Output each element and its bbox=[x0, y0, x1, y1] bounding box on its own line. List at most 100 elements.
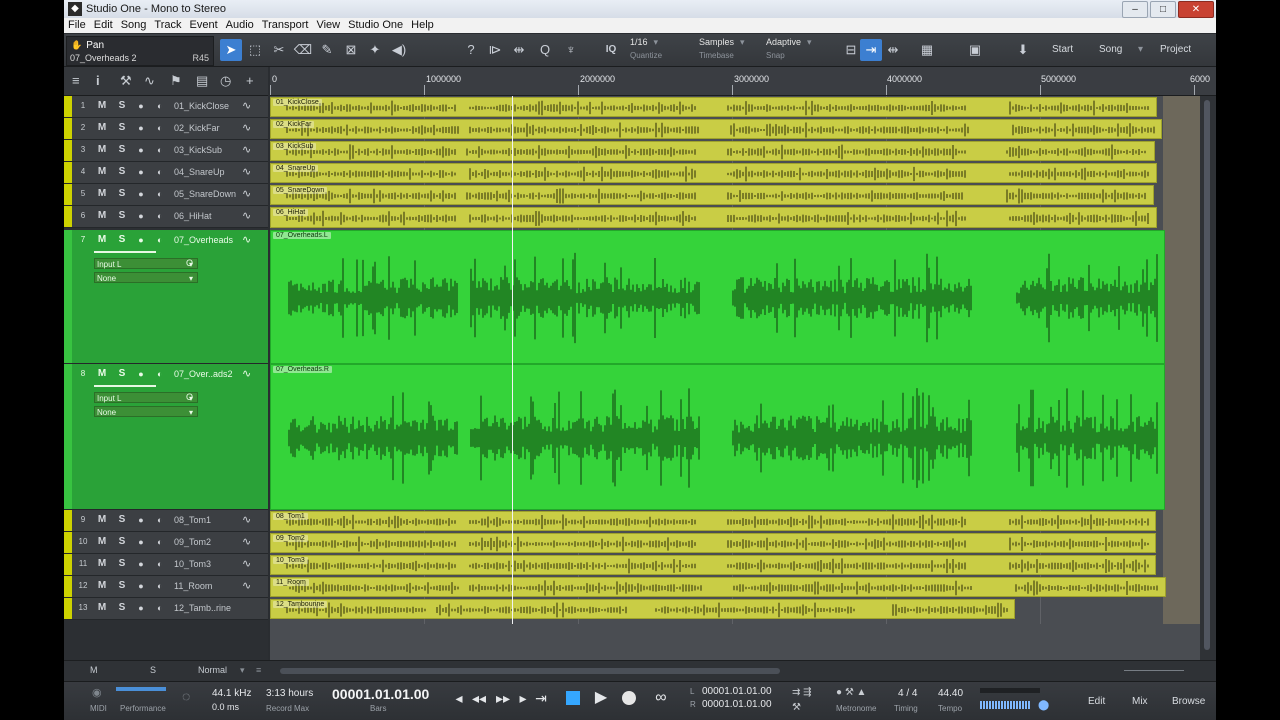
eraser-tool-icon[interactable]: ⌫ bbox=[292, 39, 314, 61]
wrench-icon[interactable]: ⚒ bbox=[120, 73, 132, 89]
scrollbar-thumb[interactable] bbox=[1204, 100, 1210, 650]
marker-icon[interactable]: ⚑ bbox=[170, 73, 182, 89]
solo-button[interactable]: S bbox=[115, 99, 129, 113]
track-header[interactable]: 6 M S ● ◐ 06_HiHat ∿ bbox=[64, 206, 268, 228]
mode-select[interactable]: Normal bbox=[198, 665, 227, 675]
monitor-icon[interactable]: ◐ bbox=[153, 99, 167, 113]
quantize-icon[interactable]: Q bbox=[534, 39, 556, 61]
inspector-icon[interactable]: i bbox=[96, 73, 100, 88]
timeline-ruler[interactable]: 0 1000000 2000000 3000000 4000000 500000… bbox=[270, 67, 1216, 96]
maximize-button[interactable]: □ bbox=[1150, 1, 1176, 18]
range-tool-icon[interactable]: ⬚ bbox=[244, 39, 266, 61]
sync-icon[interactable]: ◌ bbox=[182, 688, 190, 704]
solo-button[interactable]: S bbox=[115, 209, 129, 223]
monitor-icon[interactable]: ◐ bbox=[153, 579, 167, 593]
record-arm-icon[interactable]: ● bbox=[134, 209, 148, 223]
solo-button[interactable]: S bbox=[115, 579, 129, 593]
track-color[interactable] bbox=[64, 598, 72, 619]
solo-button[interactable]: S bbox=[115, 233, 129, 247]
solo-button[interactable]: S bbox=[115, 367, 129, 381]
audio-event[interactable]: 12_Tambourine bbox=[270, 599, 1015, 619]
tempo-value[interactable]: 44.40 bbox=[938, 688, 963, 699]
loop-right-value[interactable]: 00001.01.01.00 bbox=[702, 699, 772, 710]
monitor-icon[interactable]: ◐ bbox=[153, 209, 167, 223]
record-button[interactable] bbox=[622, 691, 636, 705]
track-header[interactable]: 13 M S ● ◐ 12_Tamb..rine bbox=[64, 598, 268, 620]
info-value[interactable]: R45 bbox=[192, 53, 209, 63]
bend-tool-icon[interactable]: ✦ bbox=[364, 39, 386, 61]
monitor-icon[interactable]: ◐ bbox=[153, 165, 167, 179]
input-select[interactable]: Input L ▾ bbox=[94, 258, 198, 269]
volume-knob-icon[interactable]: ⬤ bbox=[1038, 700, 1049, 711]
iq-button[interactable]: IQ bbox=[600, 39, 622, 61]
download-icon[interactable]: ⬇ bbox=[1012, 39, 1034, 61]
volume-fader[interactable] bbox=[94, 251, 156, 253]
horizontal-scrollbar[interactable] bbox=[280, 668, 780, 674]
mute-button[interactable]: M bbox=[95, 209, 109, 223]
track-name[interactable]: 05_SnareDown bbox=[174, 189, 236, 199]
layout-icon[interactable]: ▦ bbox=[916, 39, 938, 61]
record-arm-icon[interactable]: ● bbox=[134, 579, 148, 593]
monitor-icon[interactable]: ◐ bbox=[153, 513, 167, 527]
solo-button[interactable]: S bbox=[115, 513, 129, 527]
audio-event-selected[interactable]: 07_Overheads.L bbox=[270, 230, 1165, 364]
solo-button[interactable]: S bbox=[115, 601, 129, 615]
menu-event[interactable]: Event bbox=[186, 18, 222, 33]
rewind-icon[interactable]: ◂◂ bbox=[470, 689, 488, 707]
output-select[interactable]: None ▾ bbox=[94, 406, 198, 417]
mute-button[interactable]: M bbox=[95, 513, 109, 527]
track-color[interactable] bbox=[64, 510, 72, 531]
menu-help[interactable]: Help bbox=[407, 18, 438, 33]
audio-event[interactable]: 11_Room bbox=[270, 577, 1166, 597]
input-select[interactable]: Input L ▾ bbox=[94, 392, 198, 403]
record-arm-icon[interactable]: ● bbox=[134, 513, 148, 527]
arrange-view[interactable]: 01_KickClose 02_KickFar 03_KickSub 04_Sn… bbox=[270, 96, 1200, 624]
mute-button[interactable]: M bbox=[95, 579, 109, 593]
track-name[interactable]: 08_Tom1 bbox=[174, 515, 211, 525]
mute-button[interactable]: M bbox=[95, 99, 109, 113]
audio-event[interactable]: 09_Tom2 bbox=[270, 533, 1156, 553]
volume-fader[interactable] bbox=[94, 385, 156, 387]
record-arm-icon[interactable]: ● bbox=[134, 557, 148, 571]
track-header[interactable]: 12 M S ● ◐ 11_Room ∿ bbox=[64, 576, 268, 598]
mute-button[interactable]: M bbox=[95, 557, 109, 571]
mute-button[interactable]: M bbox=[95, 233, 109, 247]
precount-icon[interactable]: ⚒ bbox=[792, 702, 801, 713]
track-color[interactable] bbox=[64, 576, 72, 597]
monitor-icon[interactable]: ◐ bbox=[153, 121, 167, 135]
record-arm-icon[interactable]: ● bbox=[134, 367, 148, 381]
metronome-icons[interactable]: ● ⚒ ▲ bbox=[836, 687, 866, 698]
track-name[interactable]: 03_KickSub bbox=[174, 145, 222, 155]
menu-song[interactable]: Song bbox=[117, 18, 151, 33]
snap-both-icon[interactable]: ⇹ bbox=[508, 39, 530, 61]
audio-event[interactable]: 02_KickFar bbox=[270, 119, 1162, 139]
menu-audio[interactable]: Audio bbox=[222, 18, 258, 33]
listen-tool-icon[interactable]: ◀) bbox=[388, 39, 410, 61]
loop-left-value[interactable]: 00001.01.01.00 bbox=[702, 686, 772, 697]
track-color[interactable] bbox=[64, 554, 72, 575]
monitor-icon[interactable]: ◐ bbox=[153, 601, 167, 615]
solo-button[interactable]: S bbox=[115, 121, 129, 135]
play-button[interactable]: ▶ bbox=[592, 689, 610, 707]
menu-studio-one[interactable]: Studio One bbox=[344, 18, 407, 33]
track-name[interactable]: 10_Tom3 bbox=[174, 559, 211, 569]
ripple-edit-icon[interactable]: ⇹ bbox=[882, 39, 904, 61]
audio-event[interactable]: 08_Tom1 bbox=[270, 511, 1156, 531]
solo-button[interactable]: S bbox=[115, 557, 129, 571]
monitor-icon[interactable]: ◐ bbox=[153, 187, 167, 201]
grid-icon[interactable]: ▤ bbox=[196, 73, 208, 89]
track-color[interactable] bbox=[64, 184, 72, 205]
solo-button[interactable]: S bbox=[115, 535, 129, 549]
track-name[interactable]: 04_SnareUp bbox=[174, 167, 225, 177]
film-icon[interactable]: ▣ bbox=[964, 39, 986, 61]
audio-event[interactable]: 05_SnareDown bbox=[270, 185, 1154, 205]
monitor-icon[interactable]: ◐ bbox=[153, 367, 167, 381]
automation-icon[interactable]: ∿ bbox=[144, 73, 155, 89]
track-header[interactable]: 2 M S ● ◐ 02_KickFar ∿ bbox=[64, 118, 268, 140]
zoom-slider[interactable] bbox=[1124, 665, 1184, 675]
track-header[interactable]: 10 M S ● ◐ 09_Tom2 ∿ bbox=[64, 532, 268, 554]
record-arm-icon[interactable]: ● bbox=[134, 165, 148, 179]
audio-event[interactable]: 10_Tom3 bbox=[270, 555, 1156, 575]
track-header[interactable]: 5 M S ● ◐ 05_SnareDown ∿ bbox=[64, 184, 268, 206]
close-button[interactable]: ✕ bbox=[1178, 1, 1214, 18]
